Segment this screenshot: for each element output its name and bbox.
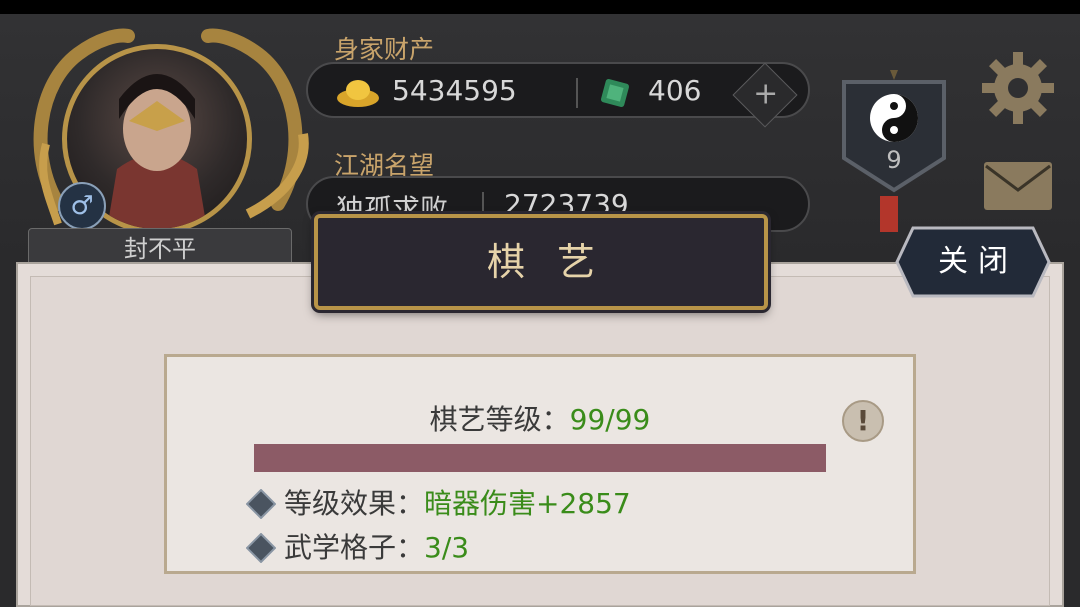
dialog-title-plate: 棋艺 xyxy=(314,214,768,310)
level-progress-bar xyxy=(254,444,826,472)
rank-level: 9 xyxy=(886,146,902,174)
plus-icon: + xyxy=(753,76,779,112)
rank-badge[interactable] xyxy=(836,68,952,194)
level-line: 棋艺等级：99/99 xyxy=(164,398,916,438)
gear-icon[interactable] xyxy=(980,50,1056,126)
gem-bullet-icon xyxy=(246,533,276,563)
jade-icon xyxy=(600,78,630,108)
level-label: 棋艺等级： xyxy=(429,403,570,436)
wealth-label: 身家财产 xyxy=(334,35,435,64)
jade-amount: 406 xyxy=(648,74,702,107)
dialog-title: 棋艺 xyxy=(486,240,627,284)
male-icon: ♂ xyxy=(58,182,106,230)
gold-amount: 5434595 xyxy=(392,74,517,107)
wealth-bar xyxy=(306,62,810,118)
slot-row: 武学格子：3/3 xyxy=(246,526,469,566)
info-icon[interactable]: ! xyxy=(842,400,884,442)
gem-bullet-icon xyxy=(246,489,276,519)
wealth-divider xyxy=(576,78,578,108)
level-value: 99/99 xyxy=(569,403,651,436)
top-status-strip xyxy=(0,0,1080,14)
slot-label: 武学格子： xyxy=(284,531,425,564)
close-button[interactable]: 关闭 xyxy=(893,224,1053,300)
effect-value: 暗器伤害+2857 xyxy=(424,487,631,520)
mail-icon[interactable] xyxy=(982,160,1054,212)
gold-ingot-icon xyxy=(337,80,379,107)
effect-label: 等级效果： xyxy=(284,487,425,520)
slot-value: 3/3 xyxy=(424,531,470,564)
effect-row: 等级效果：暗器伤害+2857 xyxy=(246,482,631,522)
